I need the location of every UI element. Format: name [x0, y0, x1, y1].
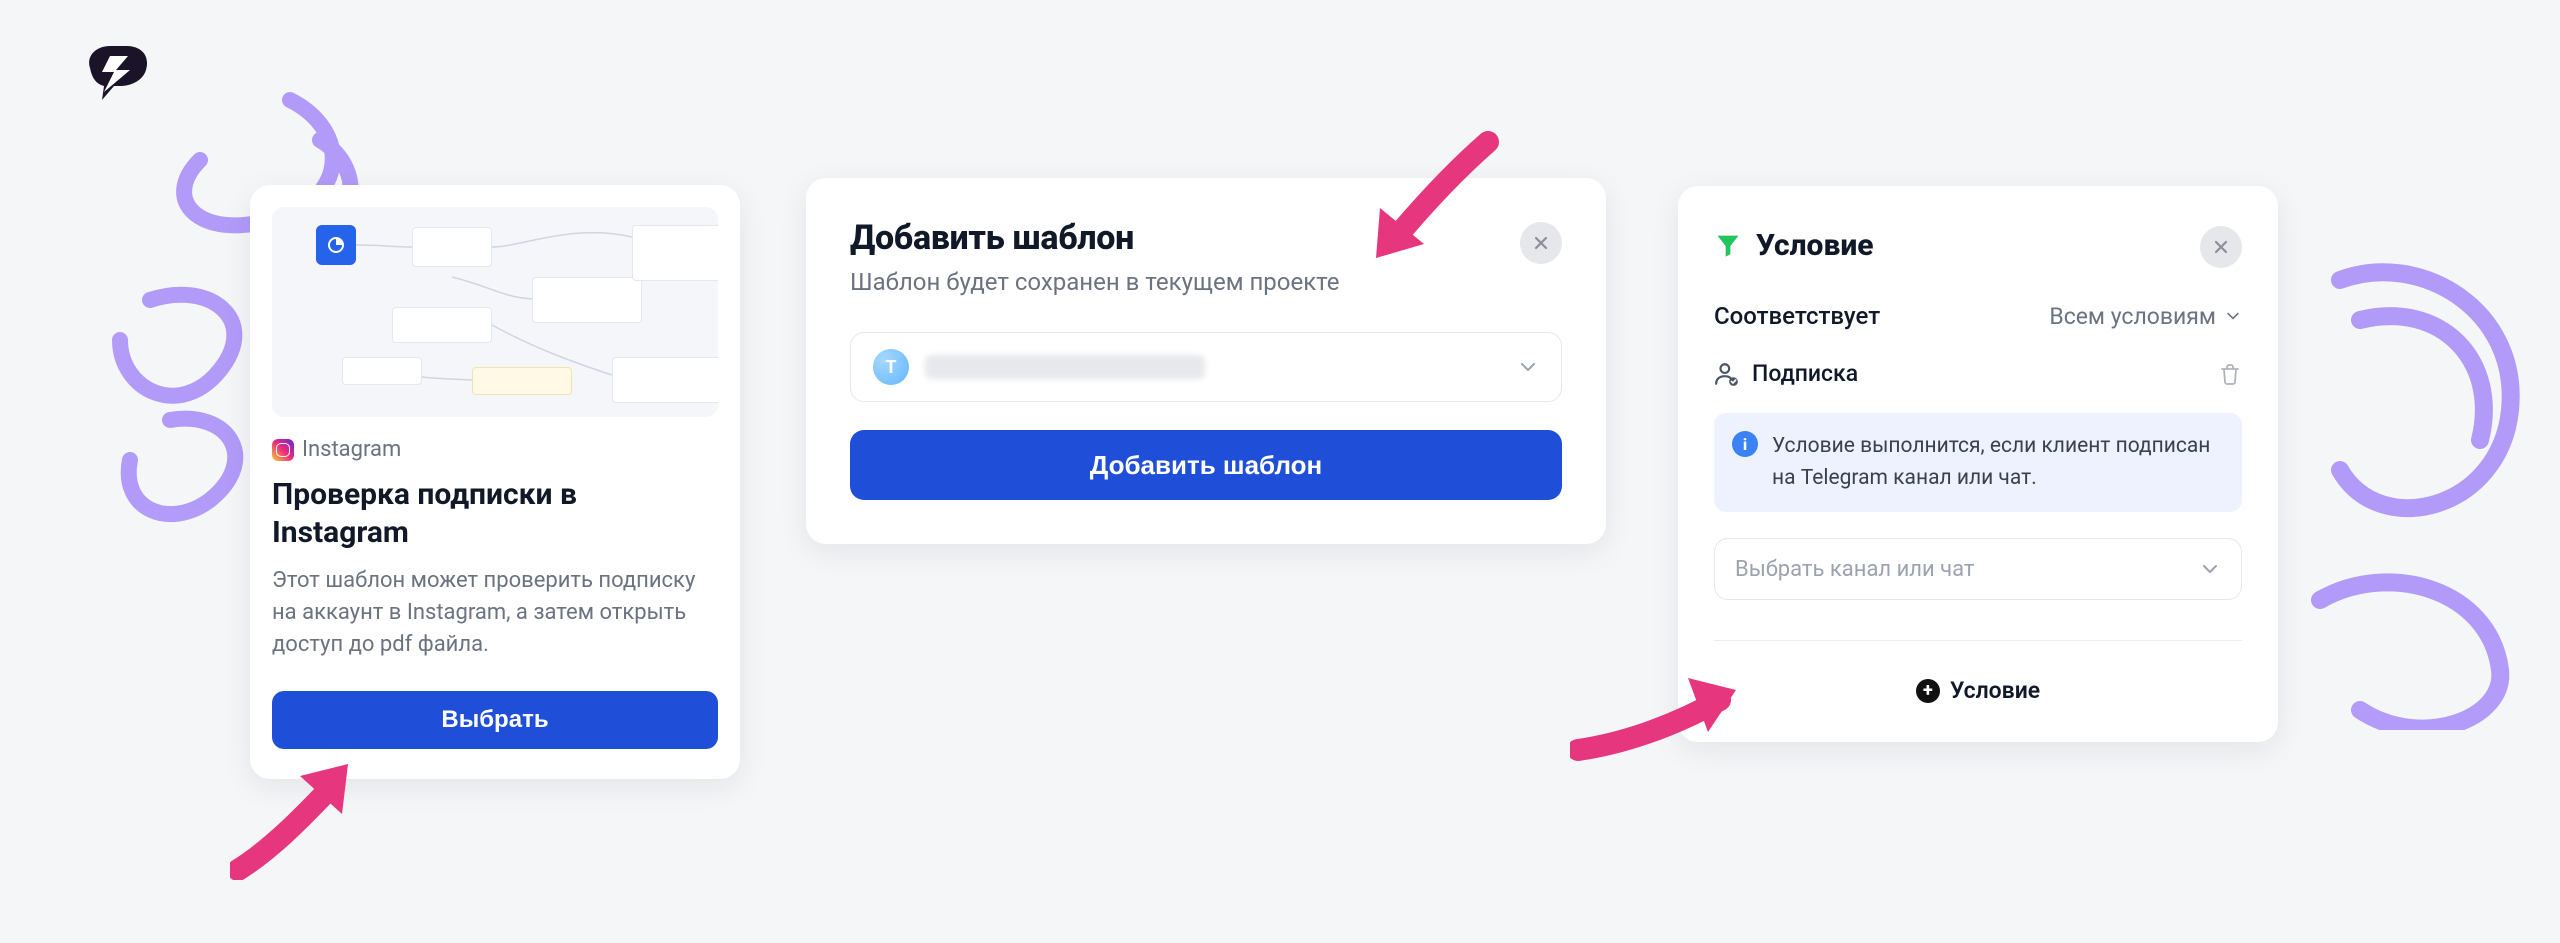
match-mode-value: Всем условиям: [2049, 303, 2216, 330]
template-platform-tag: Instagram: [272, 437, 718, 462]
modal-subtitle: Шаблон будет сохранен в текущем проекте: [850, 268, 1340, 296]
add-template-button[interactable]: Добавить шаблон: [850, 430, 1562, 500]
close-button[interactable]: [1520, 222, 1562, 264]
add-condition-label: Условие: [1950, 677, 2040, 704]
chevron-down-icon: [1517, 356, 1539, 378]
close-icon: [2213, 239, 2229, 255]
divider: [1714, 640, 2242, 641]
trash-icon[interactable]: [2218, 362, 2242, 386]
template-card: Instagram Проверка подписки в Instagram …: [250, 185, 740, 779]
close-button[interactable]: [2200, 226, 2242, 268]
template-preview: [272, 207, 718, 417]
channel-select-placeholder: Выбрать канал или чат: [1735, 557, 1975, 582]
close-icon: [1533, 235, 1549, 251]
condition-panel: Условие Соответствует Всем условиям Подп…: [1678, 186, 2278, 742]
modal-title: Добавить шаблон: [850, 218, 1340, 258]
brand-logo: [80, 42, 152, 104]
add-condition-button[interactable]: + Условие: [1714, 667, 2242, 714]
template-platform-label: Instagram: [302, 437, 401, 462]
info-text: Условие выполнится, если клиент подписан…: [1772, 431, 2224, 494]
match-mode-dropdown[interactable]: Всем условиям: [2049, 303, 2242, 330]
select-template-button[interactable]: Выбрать: [272, 691, 718, 749]
select-template-button-label: Выбрать: [441, 706, 548, 734]
project-chip: T: [873, 349, 909, 385]
instagram-icon: [272, 439, 294, 461]
project-chip-letter: T: [885, 357, 896, 378]
funnel-icon: [1714, 231, 1742, 259]
info-banner: i Условие выполнится, если клиент подпис…: [1714, 413, 2242, 512]
condition-title: Условие: [1756, 228, 2186, 263]
template-description: Этот шаблон может проверить подписку на …: [272, 565, 718, 661]
plus-icon: +: [1916, 679, 1940, 703]
project-select[interactable]: T: [850, 332, 1562, 402]
info-icon: i: [1732, 431, 1758, 457]
match-label: Соответствует: [1714, 302, 1880, 330]
scribble-decoration: [2300, 250, 2560, 730]
subscription-icon: [1714, 361, 1740, 387]
condition-type-label: Подписка: [1752, 360, 2206, 387]
chevron-down-icon: [2199, 558, 2221, 580]
template-title: Проверка подписки в Instagram: [272, 476, 718, 551]
project-name-blurred: [925, 355, 1205, 379]
chevron-down-icon: [2224, 307, 2242, 325]
add-template-modal: Добавить шаблон Шаблон будет сохранен в …: [806, 178, 1606, 544]
add-template-button-label: Добавить шаблон: [1090, 450, 1322, 481]
channel-select[interactable]: Выбрать канал или чат: [1714, 538, 2242, 600]
